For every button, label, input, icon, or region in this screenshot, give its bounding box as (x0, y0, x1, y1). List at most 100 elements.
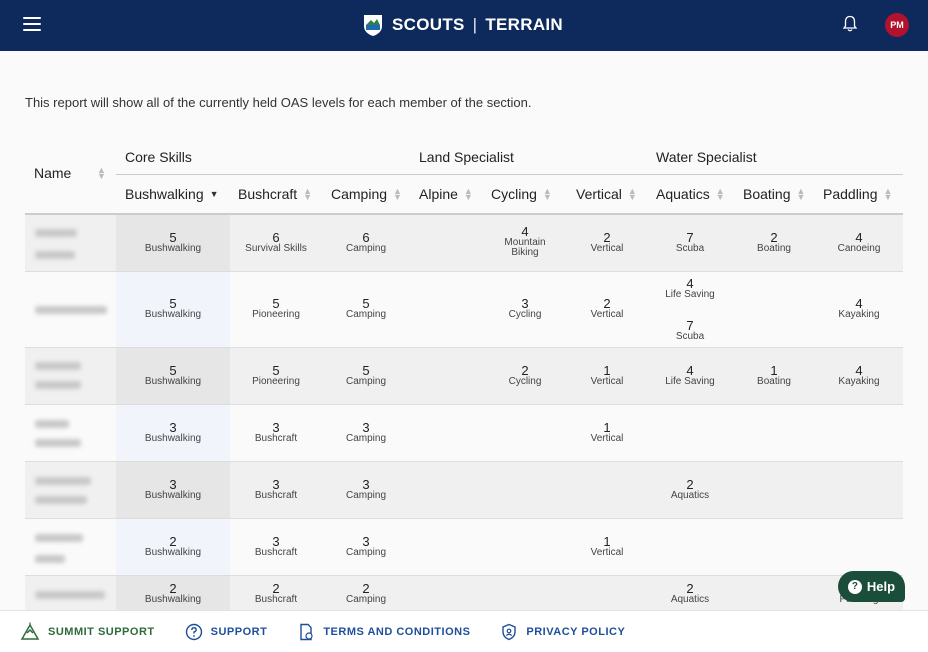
oas-cell-camping: 5 Camping (345, 296, 387, 320)
column-label: Paddling (823, 186, 878, 202)
member-name-redacted (35, 229, 77, 237)
oas-cell-bushwalking: 5 Bushwalking (144, 296, 202, 320)
column-header-boating[interactable]: Boating ▲ ▼ (743, 184, 805, 204)
member-name-redacted (35, 555, 65, 563)
column-label: Bushwalking (125, 186, 204, 202)
menu-icon[interactable] (23, 17, 41, 31)
question-icon: ? (847, 579, 862, 594)
oas-cell-cycling: 3 Cycling (508, 296, 542, 320)
sort-icon[interactable]: ▲ ▼ (97, 166, 106, 181)
sort-icon[interactable]: ▲ ▼ (796, 187, 805, 202)
member-name-redacted (35, 420, 69, 428)
member-name-redacted (35, 306, 107, 314)
brand-logo[interactable]: SCOUTS | TERRAIN (362, 12, 563, 38)
oas-cell-vertical: 2 Vertical (590, 296, 624, 320)
member-name-redacted (35, 251, 75, 259)
sort-desc-icon[interactable]: ▼ (210, 190, 219, 199)
oas-cell-bushwalking: 3 Bushwalking (144, 420, 202, 444)
oas-cell-camping: 3 Camping (345, 534, 387, 558)
group-header-core-skills: Core Skills (125, 149, 192, 165)
intro-text: This report will show all of the current… (25, 95, 532, 110)
table-row[interactable]: 5 Bushwalking 5 Pioneering 5 Camping 3 Cycli… (25, 272, 903, 348)
oas-cell-bushwalking: 3 Bushwalking (144, 477, 202, 501)
oas-cell-bushcraft: 5 Pioneering (252, 296, 300, 320)
column-header-alpine[interactable]: Alpine ▲ ▼ (419, 184, 473, 204)
sort-icon[interactable]: ▲ ▼ (543, 187, 552, 202)
column-header-cycling[interactable]: Cycling ▲ ▼ (491, 184, 552, 204)
oas-cell-bushwalking: 5 Bushwalking (144, 230, 202, 254)
privacy-link[interactable]: PRIVACY POLICY (500, 623, 625, 641)
column-label: Cycling (491, 186, 537, 202)
oas-cell-paddling: 4 Kayaking (838, 296, 880, 320)
member-name-redacted (35, 534, 83, 542)
column-label: Aquatics (656, 186, 710, 202)
oas-cell-aquatics: 2 Aquatics (670, 477, 710, 501)
group-header-land-specialist: Land Specialist (419, 149, 514, 165)
table-row[interactable]: 5 Bushwalking 5 Pioneering 5 Camping 2 Cycli… (25, 348, 903, 405)
footer: SUMMIT SUPPORT SUPPORT TERMS AND CONDITI… (0, 610, 928, 652)
table-row[interactable]: 2 Bushwalking 3 Bushcraft 3 Camping 1 Vertic… (25, 519, 903, 576)
sort-icon[interactable]: ▲ ▼ (393, 187, 402, 202)
sort-icon[interactable]: ▲ ▼ (303, 187, 312, 202)
member-name-redacted (35, 591, 105, 599)
scouts-emblem-icon (364, 15, 382, 36)
document-icon (300, 623, 313, 640)
help-button[interactable]: ? Help (838, 571, 905, 602)
oas-cell-aquatics: 4 Life Saving (665, 363, 715, 387)
column-header-vertical[interactable]: Vertical ▲ ▼ (576, 184, 637, 204)
column-header-paddling[interactable]: Paddling ▲ ▼ (823, 184, 892, 204)
shield-icon (502, 623, 517, 640)
oas-report-table: Name ▲ ▼ Core Skills Land Specialist Wate… (25, 140, 903, 616)
summit-support-label: SUMMIT SUPPORT (48, 625, 155, 638)
brand-terrain: TERRAIN (485, 15, 564, 34)
oas-cell-bushcraft: 3 Bushcraft (254, 477, 298, 501)
terms-link[interactable]: TERMS AND CONDITIONS (297, 623, 470, 641)
oas-cell-aquatics: 7 Scuba (675, 318, 705, 342)
support-link[interactable]: SUPPORT (185, 623, 268, 641)
oas-cell-bushcraft: 6 Survival Skills (245, 230, 307, 254)
oas-cell-camping: 6 Camping (345, 230, 387, 254)
column-label: Bushcraft (238, 186, 298, 202)
top-bar: SCOUTS | TERRAIN PM (0, 0, 928, 51)
column-header-bushcraft[interactable]: Bushcraft ▲ ▼ (238, 184, 312, 204)
oas-cell-vertical: 2 Vertical (590, 230, 624, 254)
table-row[interactable]: 5 Bushwalking 6 Survival Skills 6 Camping 4… (25, 215, 903, 272)
column-label: Boating (743, 186, 791, 202)
summit-icon (20, 622, 40, 640)
member-name-redacted (35, 496, 87, 504)
bell-icon[interactable] (842, 15, 858, 33)
brand-separator: | (472, 15, 478, 34)
support-label: SUPPORT (210, 625, 268, 638)
sort-icon[interactable]: ▲ ▼ (464, 187, 473, 202)
oas-cell-bushwalking: 2 Bushwalking (144, 581, 202, 605)
privacy-label: PRIVACY POLICY (526, 625, 626, 638)
table-row[interactable]: 3 Bushwalking 3 Bushcraft 3 Camping 2 Aquati… (25, 462, 903, 519)
sort-icon[interactable]: ▲ ▼ (884, 187, 893, 202)
terms-label: TERMS AND CONDITIONS (323, 625, 471, 638)
oas-cell-boating: 1 Boating (757, 363, 791, 387)
column-header-bushwalking[interactable]: Bushwalking ▼ (125, 184, 219, 204)
oas-cell-bushcraft: 5 Pioneering (252, 363, 300, 387)
summit-support-link[interactable]: SUMMIT SUPPORT (20, 622, 155, 642)
table-row[interactable]: 3 Bushwalking 3 Bushcraft 3 Camping 1 Vertic… (25, 405, 903, 462)
column-header-aquatics[interactable]: Aquatics ▲ ▼ (656, 184, 725, 204)
oas-cell-vertical: 1 Vertical (590, 420, 624, 444)
oas-cell-bushcraft: 3 Bushcraft (254, 534, 298, 558)
avatar[interactable]: PM (885, 13, 909, 37)
column-header-name[interactable]: Name (34, 165, 71, 181)
oas-cell-paddling: 4 Canoeing (837, 230, 881, 254)
sort-icon[interactable]: ▲ ▼ (628, 187, 637, 202)
member-name-redacted (35, 362, 81, 370)
oas-cell-vertical: 1 Vertical (590, 534, 624, 558)
oas-cell-aquatics: 7 Scuba (675, 230, 705, 254)
help-label: Help (866, 579, 896, 594)
oas-cell-camping: 3 Camping (345, 420, 387, 444)
sort-icon[interactable]: ▲ ▼ (716, 187, 725, 202)
oas-cell-cycling: 4 Mountain Biking (504, 224, 546, 258)
group-divider (116, 174, 903, 175)
column-header-camping[interactable]: Camping ▲ ▼ (331, 184, 402, 204)
oas-cell-aquatics: 2 Aquatics (670, 581, 710, 605)
oas-cell-camping: 2 Camping (345, 581, 387, 605)
oas-cell-paddling: 4 Kayaking (838, 363, 880, 387)
oas-cell-bushwalking: 2 Bushwalking (144, 534, 202, 558)
